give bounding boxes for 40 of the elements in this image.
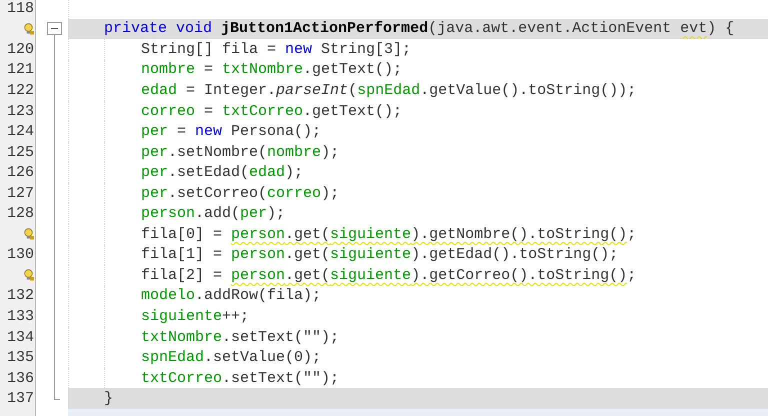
- line-number: 130: [6, 247, 34, 262]
- code-line: person.add(per);: [141, 206, 286, 222]
- code-line: correo = txtCorreo.getText();: [141, 104, 402, 118]
- code-line: siguiente++;: [141, 308, 250, 324]
- code-line: }: [104, 391, 114, 406]
- lightbulb-icon[interactable]: [24, 22, 34, 35]
- line-number: 121: [6, 62, 34, 78]
- line-number: 137: [6, 391, 34, 406]
- code-line: per.setCorreo(correo);: [141, 186, 340, 201]
- code-line: per.setEdad(edad);: [141, 165, 304, 180]
- line-number: 126: [6, 165, 34, 180]
- line-number: 128: [6, 206, 34, 222]
- code-line: fila[2] = person.get(siguiente).getCorreo().toString();: [141, 268, 636, 283]
- line-number: 134: [6, 330, 34, 345]
- code-line: String[] fila = new String[3];: [141, 42, 412, 57]
- line-number: 123: [6, 104, 34, 118]
- code-line: txtCorreo.setText("");: [141, 370, 340, 386]
- line-number: 120: [6, 42, 34, 57]
- code-line: edad = Integer.parseInt(spnEdad.getValue().toString());: [141, 82, 636, 98]
- line-number: 125: [6, 144, 34, 160]
- fold-toggle[interactable]: [47, 22, 62, 35]
- code-line: txtNombre.setText("");: [141, 330, 340, 345]
- code-line: per.setNombre(nombre);: [141, 144, 340, 160]
- line-number: 118: [6, 0, 34, 16]
- code-line: private void jButton1ActionPerformed(java.awt.event.ActionEvent evt) {: [104, 21, 734, 36]
- lightbulb-icon[interactable]: [24, 269, 34, 282]
- line-number: 122: [6, 82, 34, 98]
- code-line: modelo.addRow(fila);: [141, 288, 322, 304]
- line-number: 136: [6, 370, 34, 386]
- code-line: spnEdad.setValue(0);: [141, 350, 322, 366]
- code-line: fila[0] = person.get(siguiente).getNombre().toString();: [141, 226, 636, 242]
- code-line: nombre = txtNombre.getText();: [141, 62, 402, 78]
- code-line: per = new Persona();: [141, 124, 322, 140]
- line-number: 135: [6, 350, 34, 366]
- lightbulb-icon[interactable]: [24, 228, 34, 240]
- line-number: 132: [6, 288, 34, 304]
- line-number: 133: [6, 308, 34, 324]
- line-number: 127: [6, 186, 34, 201]
- line-number: 124: [6, 124, 34, 140]
- code-line: fila[1] = person.get(siguiente).getEdad().toString();: [141, 247, 618, 262]
